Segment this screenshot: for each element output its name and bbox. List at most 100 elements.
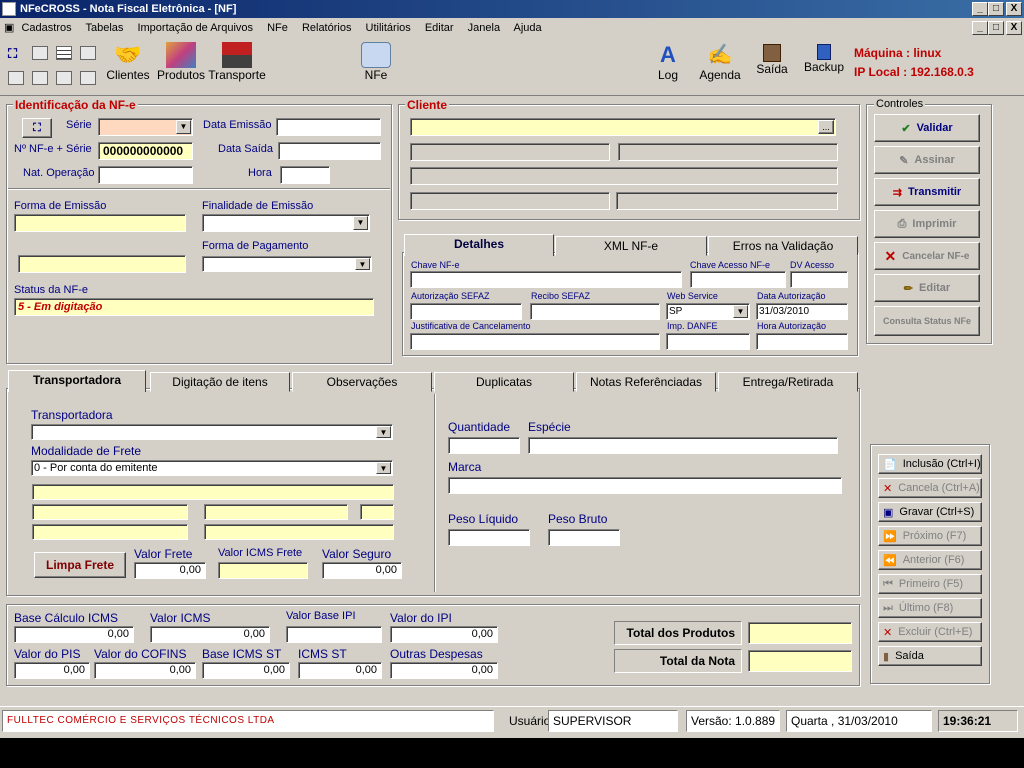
- menu-cadastros[interactable]: Cadastros: [21, 22, 71, 34]
- menu-relatorios[interactable]: Relatórios: [302, 22, 352, 34]
- ultimo-button[interactable]: ⏭ Último (F8): [878, 598, 982, 618]
- imp-danfe-input[interactable]: [666, 333, 750, 350]
- menu-utilitarios[interactable]: Utilitários: [366, 22, 411, 34]
- transp-field-3[interactable]: [204, 504, 348, 520]
- anterior-button[interactable]: ⏪ Anterior (F6): [878, 550, 982, 570]
- justificativa-input[interactable]: [410, 333, 660, 350]
- tab-erros-validacao[interactable]: Erros na Validação: [708, 236, 858, 256]
- marca-input[interactable]: [448, 477, 842, 494]
- hora-autorizacao-input[interactable]: [756, 333, 848, 350]
- tab-transportadora[interactable]: Transportadora: [8, 370, 146, 392]
- transmitir-button[interactable]: ⇉ Transmitir: [874, 178, 980, 206]
- report-icon[interactable]: [56, 71, 72, 85]
- forma-pagamento-combo[interactable]: ▼: [202, 256, 372, 272]
- cancelar-nfe-button[interactable]: ✕ Cancelar NF-e: [874, 242, 980, 270]
- hora-input[interactable]: [280, 166, 330, 184]
- autorizacao-input[interactable]: [410, 303, 522, 320]
- menu-ajuda[interactable]: Ajuda: [514, 22, 542, 34]
- peso-liquido-input[interactable]: [448, 529, 530, 546]
- cliente-input[interactable]: ...: [410, 118, 836, 136]
- cliente-lookup-button[interactable]: ...: [818, 120, 834, 134]
- gear-icon[interactable]: [32, 71, 48, 85]
- proximo-button[interactable]: ⏩ Próximo (F7): [878, 526, 982, 546]
- saida-button[interactable]: ▮ Saída: [878, 646, 982, 666]
- backup-button[interactable]: Backup: [802, 44, 846, 92]
- print-icon[interactable]: [8, 71, 24, 85]
- quantidade-input[interactable]: [448, 437, 520, 454]
- transp-field-2[interactable]: [32, 504, 188, 520]
- especie-input[interactable]: [528, 437, 838, 454]
- recibo-input[interactable]: [530, 303, 660, 320]
- close-button[interactable]: X: [1006, 2, 1022, 16]
- valor-icms-input[interactable]: 0,00: [150, 626, 270, 643]
- imprimir-button[interactable]: ⎙ Imprimir: [874, 210, 980, 238]
- modalidade-combo[interactable]: 0 - Por conta do emitente ▼: [31, 460, 393, 476]
- binoculars-icon[interactable]: ⛶: [8, 46, 24, 61]
- tab-notas-referenciadas[interactable]: Notas Referênciadas: [576, 372, 716, 392]
- valor-icms-frete-input[interactable]: [218, 562, 308, 579]
- maximize-button[interactable]: □: [988, 2, 1004, 16]
- data-emissao-input[interactable]: [276, 118, 381, 136]
- data-autorizacao-input[interactable]: 31/03/2010: [756, 303, 848, 320]
- child-close-button[interactable]: X: [1006, 21, 1022, 35]
- tab-observacoes[interactable]: Observações: [292, 372, 432, 392]
- valor-ipi-input[interactable]: 0,00: [390, 626, 498, 643]
- tab-detalhes[interactable]: Detalhes: [404, 234, 554, 256]
- assinar-button[interactable]: ✎ Assinar: [874, 146, 980, 174]
- consulta-status-button[interactable]: Consulta Status NFe: [874, 306, 980, 336]
- forma-emissao-input[interactable]: [14, 214, 186, 232]
- grid-icon[interactable]: [56, 46, 72, 60]
- editar-button[interactable]: ✏ Editar: [874, 274, 980, 302]
- nat-operacao-input[interactable]: [98, 166, 193, 184]
- tab-duplicatas[interactable]: Duplicatas: [434, 372, 574, 392]
- chevron-down-icon[interactable]: ▼: [176, 120, 191, 134]
- chevron-down-icon[interactable]: ▼: [733, 305, 748, 318]
- chave-acesso-input[interactable]: [690, 271, 786, 288]
- child-minimize-button[interactable]: _: [972, 21, 988, 35]
- limpa-frete-button[interactable]: Limpa Frete: [34, 552, 126, 578]
- gravar-button[interactable]: ▣ Gravar (Ctrl+S): [878, 502, 982, 522]
- chevron-down-icon[interactable]: ▼: [376, 426, 391, 438]
- valor-frete-input[interactable]: 0,00: [134, 562, 206, 579]
- clientes-button[interactable]: 🤝 Clientes: [104, 40, 152, 94]
- tab-xml-nfe[interactable]: XML NF-e: [555, 236, 707, 256]
- data-saida-input[interactable]: [278, 142, 381, 160]
- saida-toolbar-button[interactable]: Saída: [754, 44, 790, 92]
- cancela-button[interactable]: ✕ Cancela (Ctrl+A): [878, 478, 982, 498]
- validar-button[interactable]: ✔ Validar: [874, 114, 980, 142]
- nfe-serie-input[interactable]: 000000000000: [98, 142, 193, 160]
- valor-pis-input[interactable]: 0,00: [14, 662, 90, 679]
- transportadora-combo[interactable]: ▼: [31, 424, 393, 440]
- webservice-combo[interactable]: SP ▼: [666, 303, 750, 320]
- package-icon[interactable]: [80, 71, 96, 85]
- chevron-down-icon[interactable]: ▼: [355, 258, 370, 270]
- finalidade-combo[interactable]: ▼: [202, 214, 370, 232]
- transp-field-5[interactable]: [32, 524, 188, 540]
- mdi-icon[interactable]: ▣: [4, 22, 14, 34]
- log-button[interactable]: A Log: [650, 40, 686, 94]
- outras-despesas-input[interactable]: 0,00: [390, 662, 498, 679]
- transp-field-6[interactable]: [204, 524, 394, 540]
- minimize-button[interactable]: _: [972, 2, 988, 16]
- nfe-button[interactable]: NFe: [358, 40, 394, 94]
- tab-entrega-retirada[interactable]: Entrega/Retirada: [718, 372, 858, 392]
- base-icms-input[interactable]: 0,00: [14, 626, 134, 643]
- search-list-icon[interactable]: [32, 46, 48, 60]
- valor-cofins-input[interactable]: 0,00: [94, 662, 196, 679]
- excluir-button[interactable]: ✕ Excluir (Ctrl+E): [878, 622, 982, 642]
- inclusao-button[interactable]: 📄 Inclusão (Ctrl+I): [878, 454, 982, 474]
- dv-acesso-input[interactable]: [790, 271, 848, 288]
- base-icms-st-input[interactable]: 0,00: [202, 662, 290, 679]
- menu-janela[interactable]: Janela: [468, 22, 500, 34]
- tab-digitacao-itens[interactable]: Digitação de itens: [150, 372, 290, 392]
- transporte-button[interactable]: Transporte: [208, 40, 266, 94]
- chevron-down-icon[interactable]: ▼: [353, 216, 368, 230]
- peso-bruto-input[interactable]: [548, 529, 620, 546]
- chave-nfe-input[interactable]: [410, 271, 682, 288]
- forma-emissao-desc-input[interactable]: [18, 255, 186, 273]
- menu-tabelas[interactable]: Tabelas: [85, 22, 123, 34]
- transp-field-1[interactable]: [32, 484, 394, 500]
- menu-importacao[interactable]: Importação de Arquivos: [137, 22, 253, 34]
- serie-combo[interactable]: ▼: [98, 118, 193, 136]
- produtos-button[interactable]: Produtos: [156, 40, 206, 94]
